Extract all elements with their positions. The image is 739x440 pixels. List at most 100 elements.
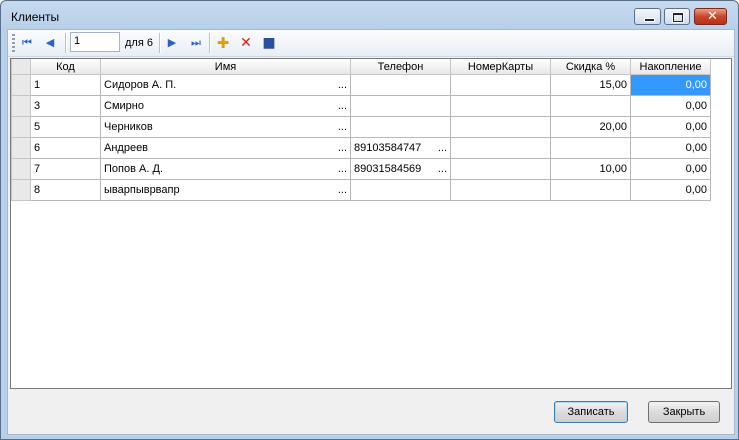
- save-icon[interactable]: ■: [260, 34, 278, 52]
- cell-discount[interactable]: [550, 179, 631, 201]
- table-row[interactable]: 1 Сидоров А. П.... 15,00 0,00: [11, 74, 711, 96]
- cell-card[interactable]: [450, 137, 551, 159]
- cell-phone[interactable]: 89031584569...: [350, 158, 451, 180]
- close-button[interactable]: Закрыть: [648, 401, 720, 423]
- cell-name-text: Попов А. Д.: [104, 163, 163, 175]
- cell-code[interactable]: 3: [30, 95, 101, 117]
- client-area: ⏮ ◀ 1 для 6 ▶ ⏭ ✚ ✕ ■ Код Имя Телефон Но…: [7, 29, 735, 435]
- ellipsis-button[interactable]: ...: [338, 142, 347, 154]
- cell-card[interactable]: [450, 74, 551, 96]
- previous-record-icon[interactable]: ◀: [41, 34, 59, 52]
- table-row[interactable]: 8 ыварпыврвапр... 0,00: [11, 179, 711, 201]
- column-header-code[interactable]: Код: [30, 59, 101, 75]
- title-bar[interactable]: Клиенты ✕: [1, 1, 738, 29]
- cell-name[interactable]: Смирно...: [100, 95, 351, 117]
- cell-discount[interactable]: [550, 95, 631, 117]
- cell-discount[interactable]: 10,00: [550, 158, 631, 180]
- record-count-label: для 6: [125, 37, 153, 49]
- last-record-icon[interactable]: ⏭: [187, 34, 205, 52]
- cell-code[interactable]: 7: [30, 158, 101, 180]
- minimize-icon: [644, 18, 655, 22]
- table-row[interactable]: 5 Черников... 20,00 0,00: [11, 116, 711, 138]
- position-input[interactable]: 1: [70, 32, 120, 52]
- ellipsis-button[interactable]: ...: [338, 184, 347, 196]
- row-header[interactable]: [11, 95, 31, 117]
- cell-card[interactable]: [450, 95, 551, 117]
- first-record-icon[interactable]: ⏮: [18, 34, 36, 52]
- cell-name-text: Сидоров А. П.: [104, 79, 177, 91]
- cell-code[interactable]: 8: [30, 179, 101, 201]
- cell-phone[interactable]: [350, 74, 451, 96]
- cell-discount[interactable]: [550, 137, 631, 159]
- cell-name[interactable]: Черников...: [100, 116, 351, 138]
- minimize-button[interactable]: [634, 8, 661, 25]
- column-header-name[interactable]: Имя: [100, 59, 351, 75]
- cell-card[interactable]: [450, 158, 551, 180]
- maximize-icon: [673, 13, 683, 22]
- table-row[interactable]: 7 Попов А. Д.... 89031584569... 10,00 0,…: [11, 158, 711, 180]
- window-title: Клиенты: [11, 10, 60, 24]
- close-icon: ✕: [707, 9, 718, 24]
- cell-code[interactable]: 1: [30, 74, 101, 96]
- cell-code[interactable]: 6: [30, 137, 101, 159]
- row-header-corner[interactable]: [11, 59, 31, 75]
- cell-phone[interactable]: [350, 179, 451, 201]
- cell-accumulation[interactable]: 0,00: [630, 137, 711, 159]
- ellipsis-button[interactable]: ...: [338, 100, 347, 112]
- column-header-discount[interactable]: Скидка %: [550, 59, 631, 75]
- cell-accumulation[interactable]: 0,00: [630, 95, 711, 117]
- row-header[interactable]: [11, 158, 31, 180]
- row-header[interactable]: [11, 116, 31, 138]
- column-header-phone[interactable]: Телефон: [350, 59, 451, 75]
- cell-name-text: Андреев: [104, 142, 149, 154]
- cell-discount[interactable]: 20,00: [550, 116, 631, 138]
- cell-name[interactable]: Попов А. Д....: [100, 158, 351, 180]
- toolbar-separator: [209, 33, 211, 53]
- clients-grid[interactable]: Код Имя Телефон НомерКарты Скидка % Нако…: [10, 58, 732, 389]
- cell-name[interactable]: Сидоров А. П....: [100, 74, 351, 96]
- save-button[interactable]: Записать: [554, 401, 628, 423]
- delete-icon[interactable]: ✕: [237, 34, 255, 52]
- clients-window: Клиенты ✕ ⏮ ◀ 1 для 6 ▶ ⏭ ✚ ✕ ■ Код Имя …: [0, 0, 739, 440]
- table-row[interactable]: 6 Андреев... 89103584747... 0,00: [11, 137, 711, 159]
- cell-phone-text: 89031584569: [354, 163, 422, 175]
- maximize-button[interactable]: [664, 8, 690, 25]
- cell-name-text: ыварпыврвапр: [104, 184, 180, 196]
- row-header[interactable]: [11, 137, 31, 159]
- cell-name[interactable]: Андреев...: [100, 137, 351, 159]
- cell-card[interactable]: [450, 116, 551, 138]
- toolbar-grip[interactable]: [12, 34, 15, 52]
- cell-name-text: Черников: [104, 121, 153, 133]
- cell-phone[interactable]: 89103584747...: [350, 137, 451, 159]
- close-window-button[interactable]: ✕: [694, 8, 727, 25]
- cell-discount[interactable]: 15,00: [550, 74, 631, 96]
- cell-accumulation[interactable]: 0,00: [630, 116, 711, 138]
- column-header-accumulation[interactable]: Накопление: [630, 59, 711, 75]
- ellipsis-button[interactable]: ...: [438, 142, 447, 154]
- cell-card[interactable]: [450, 179, 551, 201]
- cell-name-text: Смирно: [104, 100, 144, 112]
- cell-name[interactable]: ыварпыврвапр...: [100, 179, 351, 201]
- cell-accumulation[interactable]: 0,00: [630, 158, 711, 180]
- column-header-card[interactable]: НомерКарты: [450, 59, 551, 75]
- ellipsis-button[interactable]: ...: [338, 79, 347, 91]
- ellipsis-button[interactable]: ...: [338, 121, 347, 133]
- ellipsis-button[interactable]: ...: [438, 163, 447, 175]
- row-header[interactable]: [11, 179, 31, 201]
- cell-phone[interactable]: [350, 116, 451, 138]
- header-row: Код Имя Телефон НомерКарты Скидка % Нако…: [11, 59, 711, 75]
- cell-phone[interactable]: [350, 95, 451, 117]
- table-row[interactable]: 3 Смирно... 0,00: [11, 95, 711, 117]
- toolbar-separator: [65, 33, 67, 53]
- next-record-icon[interactable]: ▶: [163, 34, 181, 52]
- row-header[interactable]: [11, 74, 31, 96]
- cell-accumulation[interactable]: 0,00: [630, 179, 711, 201]
- cell-accumulation-selected[interactable]: 0,00: [630, 74, 711, 96]
- cell-code[interactable]: 5: [30, 116, 101, 138]
- clients-table: Код Имя Телефон НомерКарты Скидка % Нако…: [11, 59, 711, 201]
- add-icon[interactable]: ✚: [214, 34, 232, 52]
- binding-navigator: ⏮ ◀ 1 для 6 ▶ ⏭ ✚ ✕ ■: [8, 30, 734, 57]
- cell-phone-text: 89103584747: [354, 142, 422, 154]
- toolbar-separator: [159, 33, 161, 53]
- ellipsis-button[interactable]: ...: [338, 163, 347, 175]
